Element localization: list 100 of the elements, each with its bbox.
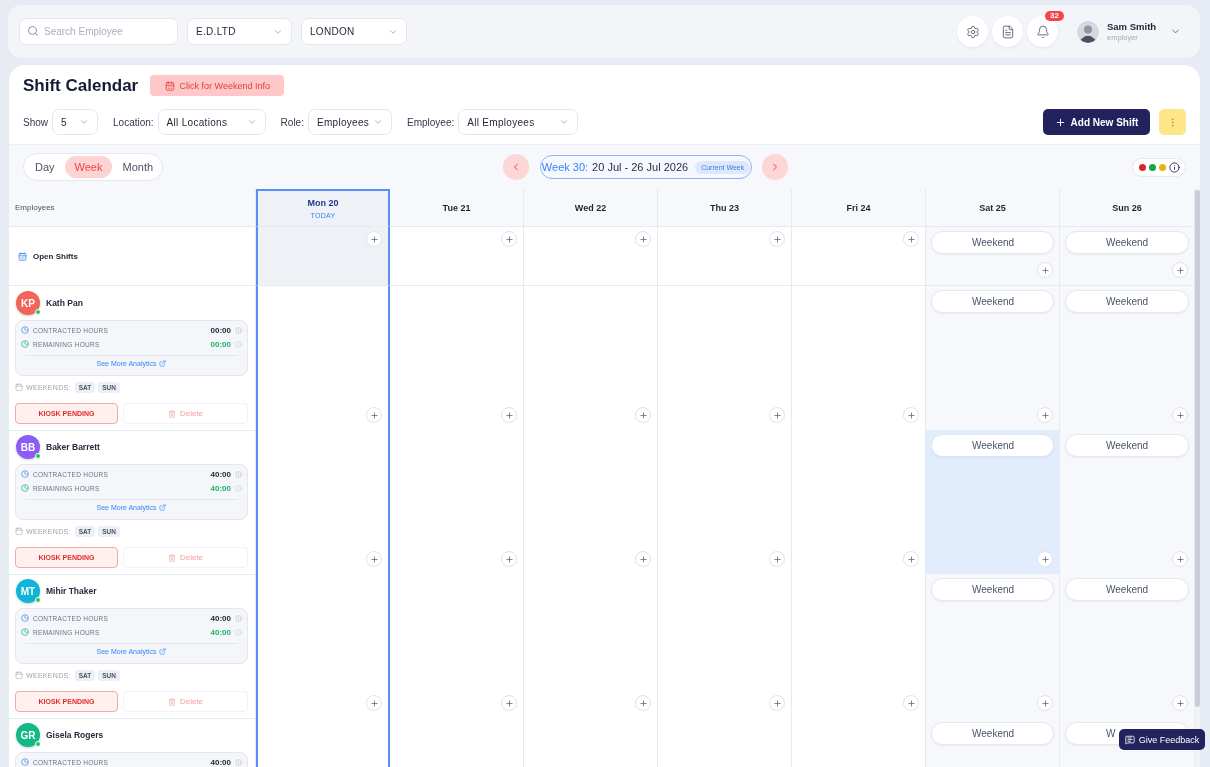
day-label: Thu 23	[710, 202, 739, 213]
day-label: Mon 20	[307, 198, 339, 208]
chat-icon	[1124, 734, 1135, 745]
view-tab[interactable]: Month	[114, 156, 162, 178]
filter-dropdown[interactable]: Employees	[307, 109, 392, 135]
plus-icon	[1175, 698, 1185, 708]
hours-value: 00:00	[210, 339, 231, 349]
add-shift-button[interactable]	[1037, 551, 1053, 567]
notification-count-badge: 32	[1045, 11, 1064, 21]
plus-icon	[638, 410, 648, 420]
weekend-tag: Weekend	[931, 722, 1054, 745]
add-shift-button[interactable]	[635, 695, 651, 711]
add-shift-button[interactable]	[1037, 407, 1053, 423]
add-shift-button[interactable]	[501, 231, 517, 247]
external-link-icon	[159, 648, 167, 655]
add-shift-button[interactable]	[1172, 695, 1188, 711]
bell-icon	[1035, 24, 1050, 39]
filter-dropdown[interactable]: 5	[52, 109, 98, 135]
notifications-button[interactable]	[1027, 16, 1058, 47]
hours-value: 40:00	[210, 757, 231, 767]
info-icon	[235, 614, 242, 622]
info-icon[interactable]	[1169, 161, 1180, 173]
settings-icon	[965, 24, 980, 39]
weekend-tag: Weekend	[931, 434, 1054, 457]
plus-icon	[772, 234, 782, 244]
add-shift-button[interactable]	[635, 551, 651, 567]
plus-icon	[906, 698, 916, 708]
company-dropdown[interactable]: E.D.LTD	[187, 18, 292, 45]
add-shift-button[interactable]	[366, 551, 382, 567]
location-dropdown[interactable]: LONDON	[301, 18, 407, 45]
external-link-icon	[159, 504, 167, 511]
clock-icon	[21, 628, 29, 636]
search-field[interactable]: Search Employee	[19, 18, 178, 45]
scrollbar-thumb[interactable]	[1195, 190, 1200, 707]
add-shift-button[interactable]: Add New Shift	[1043, 109, 1150, 135]
add-shift-button[interactable]	[1037, 262, 1053, 278]
hours-value: 40:00	[210, 627, 231, 637]
add-shift-button[interactable]	[501, 407, 517, 423]
filter-label: Location:	[113, 116, 154, 128]
plus-icon	[772, 698, 782, 708]
filter-dropdown[interactable]: All Locations	[157, 109, 266, 135]
add-shift-button[interactable]	[903, 407, 919, 423]
info-icon	[235, 470, 242, 478]
calendar-icon	[164, 80, 175, 91]
add-shift-button[interactable]	[903, 551, 919, 567]
plus-icon	[369, 410, 379, 420]
add-shift-button[interactable]	[1172, 407, 1188, 423]
chevron-down-icon	[79, 117, 89, 127]
hours-value: 40:00	[210, 613, 231, 623]
info-icon	[235, 628, 242, 636]
employee-name: Kath Pan	[46, 298, 83, 308]
add-shift-button[interactable]	[769, 407, 785, 423]
add-shift-button[interactable]	[366, 407, 382, 423]
info-icon	[235, 758, 242, 766]
add-shift-button[interactable]	[1172, 262, 1188, 278]
clock-icon	[21, 326, 29, 334]
employee-name: Mihir Thaker	[46, 586, 97, 596]
add-shift-button[interactable]	[903, 695, 919, 711]
user-avatar	[1077, 20, 1099, 43]
chevron-down-icon	[246, 117, 257, 127]
plus-icon	[906, 410, 916, 420]
plus-icon	[638, 554, 648, 564]
open-shifts-label: Open Shifts	[33, 251, 78, 261]
info-icon	[235, 340, 242, 348]
plus-icon	[1040, 554, 1050, 564]
filter-dropdown[interactable]: All Employees	[458, 109, 579, 135]
add-shift-button[interactable]	[635, 407, 651, 423]
add-shift-button[interactable]	[769, 231, 785, 247]
plus-icon	[1040, 410, 1050, 420]
trash-icon	[167, 697, 176, 706]
add-shift-button[interactable]	[366, 231, 382, 247]
add-shift-button[interactable]	[635, 231, 651, 247]
employee-avatar: BB	[16, 435, 40, 459]
add-shift-button[interactable]	[501, 695, 517, 711]
add-shift-button[interactable]	[769, 695, 785, 711]
add-shift-button[interactable]	[1037, 695, 1053, 711]
chevron-down-icon	[373, 117, 384, 127]
trash-icon	[167, 553, 176, 562]
add-shift-button[interactable]	[1172, 551, 1188, 567]
filter-label: Employee:	[406, 116, 455, 128]
plus-icon	[906, 234, 916, 244]
day-label: Wed 22	[574, 202, 607, 213]
weekend-tag: Weekend	[1065, 231, 1189, 254]
add-shift-button[interactable]	[501, 551, 517, 567]
plus-icon	[504, 234, 514, 244]
chevron-down-icon	[559, 117, 570, 127]
plus-icon	[504, 410, 514, 420]
hours-value: 40:00	[210, 469, 231, 479]
settings-button[interactable]	[957, 16, 988, 47]
add-shift-button[interactable]	[903, 231, 919, 247]
view-tab[interactable]: Day	[27, 156, 63, 178]
weekend-tag: Weekend	[931, 290, 1054, 313]
add-shift-button[interactable]	[769, 551, 785, 567]
document-button[interactable]	[992, 16, 1023, 47]
hours-value: 40:00	[210, 483, 231, 493]
add-shift-button[interactable]	[366, 695, 382, 711]
info-icon	[235, 326, 242, 334]
feedback-button[interactable]: Give Feedback	[1119, 729, 1205, 750]
employee-avatar: MT	[16, 579, 40, 603]
plus-icon	[772, 410, 782, 420]
